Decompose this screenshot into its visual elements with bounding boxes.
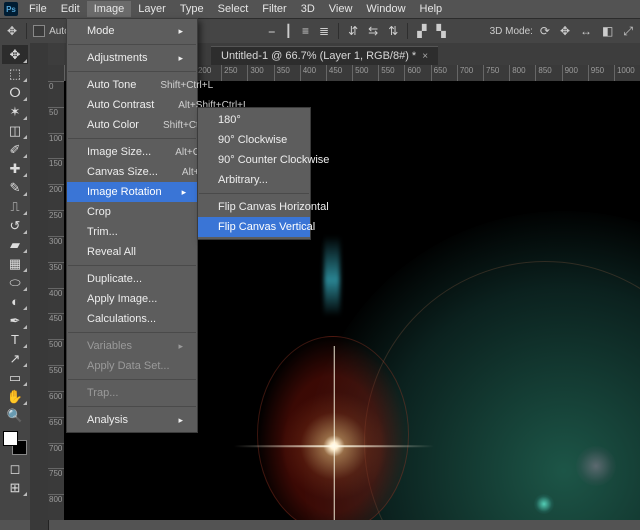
collapsed-panel-strip[interactable] bbox=[30, 43, 49, 530]
3d-pan-icon[interactable]: ✥ bbox=[557, 24, 573, 38]
zoom-tool[interactable]: 🔍 bbox=[2, 406, 28, 425]
app-icon: Ps bbox=[4, 2, 18, 16]
shape-tool[interactable]: ▭ bbox=[2, 368, 28, 387]
menu-item-crop[interactable]: Crop bbox=[67, 202, 197, 222]
menu-view[interactable]: View bbox=[322, 1, 360, 17]
tool-column: ✥ ⬚ ⵔ ✶ ◫ ✐ ✚ ✎ ⎍ ↺ ▰ ▦ ⬭ ◐ ✒ T ↗ ▭ ✋ 🔍 … bbox=[0, 43, 31, 520]
move-tool[interactable]: ✥ bbox=[2, 45, 28, 64]
fg-color-swatch[interactable] bbox=[3, 431, 18, 446]
stamp-tool[interactable]: ⎍ bbox=[2, 197, 28, 216]
menu-item-apply-data-set: Apply Data Set... bbox=[67, 356, 197, 376]
menu-item-trap: Trap... bbox=[67, 383, 197, 403]
document-tab-title: Untitled-1 @ 66.7% (Layer 1, RGB/8#) * bbox=[221, 50, 416, 62]
marquee-tool[interactable]: ⬚ bbox=[2, 64, 28, 83]
submenu-item-flip-vertical[interactable]: Flip Canvas Vertical bbox=[198, 217, 310, 237]
menu-item-reveal-all[interactable]: Reveal All bbox=[67, 242, 197, 262]
document-tab[interactable]: Untitled-1 @ 66.7% (Layer 1, RGB/8#) * × bbox=[211, 46, 438, 65]
submenu-item-90ccw[interactable]: 90° Counter Clockwise bbox=[198, 150, 310, 170]
menu-item-image-size[interactable]: Image Size...Alt+Ctrl+I bbox=[67, 142, 197, 162]
type-tool[interactable]: T bbox=[2, 330, 28, 349]
menu-edit[interactable]: Edit bbox=[54, 1, 87, 17]
lasso-tool[interactable]: ⵔ bbox=[2, 83, 28, 102]
menu-file[interactable]: File bbox=[22, 1, 54, 17]
menu-item-adjustments[interactable]: Adjustments▸ bbox=[67, 48, 197, 68]
align-icon[interactable]: ┃ bbox=[282, 24, 295, 38]
menu-select[interactable]: Select bbox=[211, 1, 256, 17]
history-brush-tool[interactable]: ↺ bbox=[2, 216, 28, 235]
distribute-icon[interactable]: ⇅ bbox=[385, 24, 401, 38]
quickmask-toggle[interactable]: ◻ bbox=[2, 459, 28, 478]
menu-window[interactable]: Window bbox=[359, 1, 412, 17]
menu-item-auto-contrast[interactable]: Auto ContrastAlt+Shift+Ctrl+L bbox=[67, 95, 197, 115]
ruler-vertical: 0501001502002503003504004505005506006507… bbox=[48, 81, 65, 520]
arrange-icon[interactable]: ▚ bbox=[434, 24, 449, 38]
menu-3d[interactable]: 3D bbox=[294, 1, 322, 17]
auto-select-checkbox[interactable] bbox=[33, 25, 45, 37]
menu-item-trim[interactable]: Trim... bbox=[67, 222, 197, 242]
menu-item-apply-image[interactable]: Apply Image... bbox=[67, 289, 197, 309]
menu-item-auto-color[interactable]: Auto ColorShift+Ctrl+B bbox=[67, 115, 197, 135]
hand-tool[interactable]: ✋ bbox=[2, 387, 28, 406]
wand-tool[interactable]: ✶ bbox=[2, 102, 28, 121]
menu-item-mode[interactable]: Mode▸ bbox=[67, 21, 197, 41]
3d-orbit-icon[interactable]: ⟳ bbox=[537, 24, 553, 38]
submenu-item-90cw[interactable]: 90° Clockwise bbox=[198, 130, 310, 150]
menu-item-duplicate[interactable]: Duplicate... bbox=[67, 269, 197, 289]
close-icon[interactable]: × bbox=[422, 51, 428, 62]
submenu-item-arbitrary[interactable]: Arbitrary... bbox=[198, 170, 310, 190]
menu-image[interactable]: Image bbox=[87, 1, 132, 17]
menu-item-auto-tone[interactable]: Auto ToneShift+Ctrl+L bbox=[67, 75, 197, 95]
gradient-tool[interactable]: ▦ bbox=[2, 254, 28, 273]
3d-mode-label: 3D Mode: bbox=[490, 26, 533, 37]
align-icon[interactable]: ≡ bbox=[299, 24, 312, 38]
menu-item-calculations[interactable]: Calculations... bbox=[67, 309, 197, 329]
menu-item-image-rotation[interactable]: Image Rotation▸ bbox=[67, 182, 197, 202]
move-tool-icon[interactable]: ✥ bbox=[4, 24, 20, 38]
menu-type[interactable]: Type bbox=[173, 1, 211, 17]
submenu-item-180[interactable]: 180° bbox=[198, 110, 310, 130]
3d-slide-icon[interactable]: ↔ bbox=[577, 24, 595, 38]
distribute-icon[interactable]: ⇵ bbox=[345, 24, 361, 38]
screenmode-toggle[interactable]: ⊞ bbox=[2, 478, 28, 497]
3d-rotate-icon[interactable]: ⤢ bbox=[620, 24, 636, 39]
heal-tool[interactable]: ✚ bbox=[2, 159, 28, 178]
menu-item-canvas-size[interactable]: Canvas Size...Alt+Ctrl+C bbox=[67, 162, 197, 182]
crop-tool[interactable]: ◫ bbox=[2, 121, 28, 140]
brush-tool[interactable]: ✎ bbox=[2, 178, 28, 197]
distribute-icon[interactable]: ⇆ bbox=[365, 24, 381, 38]
align-icon[interactable]: ⎯ bbox=[266, 24, 278, 39]
menu-layer[interactable]: Layer bbox=[131, 1, 173, 17]
dodge-tool[interactable]: ◐ bbox=[2, 292, 28, 311]
menu-item-variables[interactable]: Variables▸ bbox=[67, 336, 197, 356]
submenu-item-flip-horizontal[interactable]: Flip Canvas Horizontal bbox=[198, 197, 310, 217]
color-swatches[interactable] bbox=[3, 431, 27, 455]
eyedropper-tool[interactable]: ✐ bbox=[2, 140, 28, 159]
blur-tool[interactable]: ⬭ bbox=[2, 273, 28, 292]
image-menu-dropdown: Mode▸ Adjustments▸ Auto ToneShift+Ctrl+L… bbox=[66, 18, 198, 433]
pen-tool[interactable]: ✒ bbox=[2, 311, 28, 330]
align-icon[interactable]: ≣ bbox=[316, 24, 332, 38]
path-tool[interactable]: ↗ bbox=[2, 349, 28, 368]
3d-scale-icon[interactable]: ◧ bbox=[599, 24, 616, 38]
image-rotation-submenu: 180° 90° Clockwise 90° Counter Clockwise… bbox=[197, 107, 311, 240]
eraser-tool[interactable]: ▰ bbox=[2, 235, 28, 254]
menu-bar: Ps File Edit Image Layer Type Select Fil… bbox=[0, 0, 640, 19]
menu-help[interactable]: Help bbox=[413, 1, 450, 17]
menu-item-analysis[interactable]: Analysis▸ bbox=[67, 410, 197, 430]
menu-filter[interactable]: Filter bbox=[255, 1, 293, 17]
arrange-icon[interactable]: ▞ bbox=[414, 24, 429, 38]
